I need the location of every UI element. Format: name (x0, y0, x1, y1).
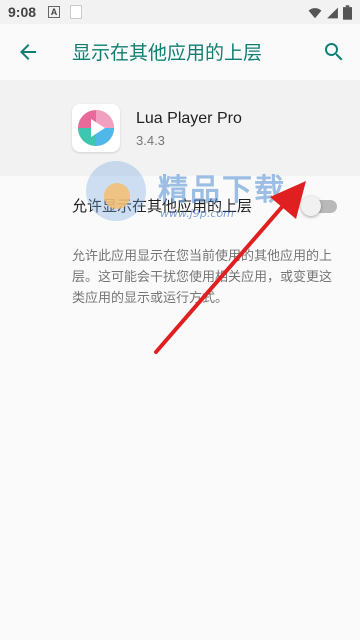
app-icon (72, 104, 120, 152)
search-icon[interactable] (322, 40, 346, 64)
app-bar: 显示在其他应用的上层 (0, 24, 360, 80)
setting-label: 允许显示在其他应用的上层 (72, 197, 253, 215)
page-title: 显示在其他应用的上层 (72, 42, 263, 64)
app-name: Lua Player Pro (136, 110, 242, 127)
a-notification-icon: A (48, 6, 61, 18)
lua-player-logo-icon (78, 110, 114, 146)
app-info-header: Lua Player Pro 3.4.3 (0, 80, 360, 176)
status-time: 9:08 (8, 4, 37, 20)
toggle-thumb (301, 196, 321, 216)
status-bar: 9:08 A (0, 0, 360, 24)
signal-icon (327, 7, 338, 18)
app-version: 3.4.3 (136, 133, 165, 148)
wifi-icon (308, 7, 322, 18)
battery-icon (343, 5, 352, 20)
back-arrow-icon[interactable] (16, 40, 40, 64)
notification-icon (70, 5, 83, 19)
status-icons (308, 5, 352, 20)
overlay-permission-setting[interactable]: 允许显示在其他应用的上层 (0, 176, 360, 232)
overlay-permission-toggle[interactable] (301, 196, 338, 216)
permission-description: 允许此应用显示在您当前使用的其他应用的上层。这可能会干扰您使用相关应用，或变更这… (72, 249, 333, 306)
